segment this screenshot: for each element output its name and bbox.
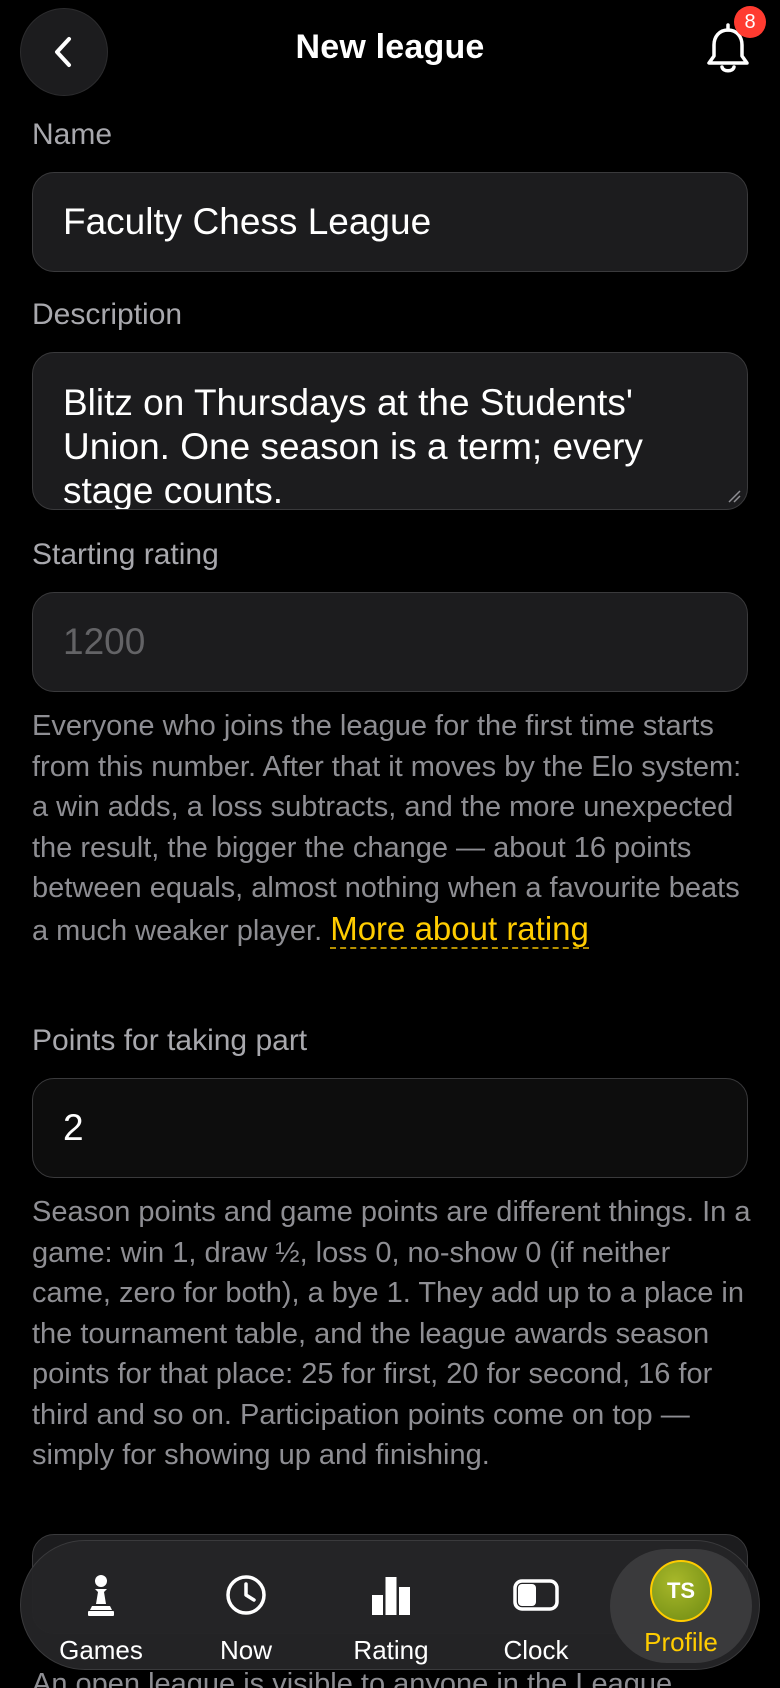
starting-rating-label: Starting rating bbox=[32, 538, 219, 571]
participation-points-input[interactable]: 2 bbox=[32, 1078, 748, 1178]
tab-profile-label: Profile bbox=[644, 1627, 718, 1657]
tab-games-label: Games bbox=[59, 1635, 143, 1665]
tab-clock-label: Clock bbox=[503, 1635, 569, 1665]
avatar: TS bbox=[650, 1560, 712, 1622]
chess-clock-icon bbox=[513, 1579, 559, 1611]
page-title: New league bbox=[295, 28, 485, 66]
name-input[interactable]: Faculty Chess League bbox=[32, 172, 748, 272]
more-about-rating-link[interactable]: More about rating bbox=[330, 909, 589, 949]
name-input-value: Faculty Chess League bbox=[63, 201, 432, 242]
tab-rating[interactable]: Rating bbox=[321, 1541, 461, 1671]
bar-chart-icon bbox=[372, 1577, 410, 1615]
starting-rating-placeholder: 1200 bbox=[63, 621, 146, 662]
tab-rating-label: Rating bbox=[353, 1635, 429, 1665]
notification-badge: 8 bbox=[734, 6, 766, 38]
participation-points-help: Season points and game points are differ… bbox=[32, 1196, 751, 1471]
tab-now-label: Now bbox=[219, 1635, 272, 1665]
description-label: Description bbox=[32, 298, 183, 331]
clock-icon bbox=[226, 1575, 266, 1615]
tab-clock[interactable]: Clock bbox=[466, 1541, 606, 1671]
participation-points-value: 2 bbox=[63, 1107, 84, 1148]
starting-rating-input[interactable]: 1200 bbox=[32, 592, 748, 692]
resize-handle-icon[interactable] bbox=[725, 487, 741, 503]
pawn-icon bbox=[88, 1575, 114, 1616]
name-label: Name bbox=[32, 118, 113, 151]
header: New league 8 bbox=[0, 0, 780, 110]
tab-profile[interactable]: TS Profile bbox=[611, 1541, 751, 1671]
description-textarea[interactable]: Blitz on Thursdays at the Students' Unio… bbox=[32, 352, 748, 510]
description-value: Blitz on Thursdays at the Students' Unio… bbox=[63, 382, 643, 510]
tab-games[interactable]: Games bbox=[31, 1541, 171, 1671]
participation-points-label: Points for taking part bbox=[32, 1024, 308, 1057]
tab-now[interactable]: Now bbox=[176, 1541, 316, 1671]
starting-rating-help: Everyone who joins the league for the fi… bbox=[32, 706, 752, 951]
tab-bar: Games Now Rating Clock TS Profile bbox=[20, 1540, 760, 1670]
open-league-help: An open league is visible to anyone in t… bbox=[32, 1668, 673, 1688]
